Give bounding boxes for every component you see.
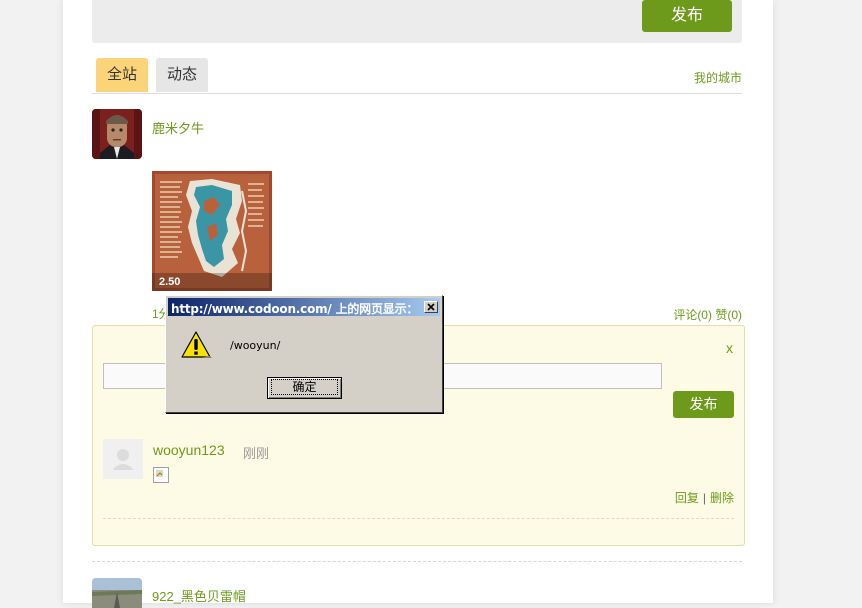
delete-link[interactable]: 删除: [710, 491, 734, 505]
comment-divider: [103, 518, 734, 519]
ok-button-label: 确定: [271, 379, 338, 395]
close-icon[interactable]: [424, 301, 438, 313]
comment-time: 刚刚: [243, 446, 270, 461]
warning-icon: [180, 330, 212, 360]
avatar-image: [92, 109, 142, 159]
ok-button[interactable]: 确定: [267, 377, 342, 399]
tab-divider: [92, 93, 742, 94]
commenter-avatar[interactable]: [103, 439, 143, 479]
image-caption: 2.50: [159, 276, 181, 288]
dialog-titlebar[interactable]: http://www.codoon.com/ 上的网页显示：: [168, 298, 440, 316]
post-author[interactable]: 鹿米夕牛: [152, 118, 204, 137]
map-board-image: [152, 171, 272, 291]
my-city-link[interactable]: 我的城市: [680, 69, 742, 86]
dialog-message: /wooyun/: [230, 339, 281, 352]
post-actions: 评论(0) 赞(0): [650, 306, 742, 323]
alert-dialog: http://www.codoon.com/ 上的网页显示： /wooyun/ …: [165, 295, 443, 413]
tab-updates[interactable]: 动态: [156, 58, 208, 92]
avatar[interactable]: [92, 109, 142, 159]
tab-all-site[interactable]: 全站: [96, 58, 148, 92]
next-post-avatar[interactable]: [92, 578, 142, 608]
post-image[interactable]: 2.50: [152, 171, 272, 291]
next-post-author[interactable]: 922_黑色贝雷帽: [152, 586, 246, 605]
publish-comment-button[interactable]: 发布: [673, 391, 734, 418]
commenter-name[interactable]: wooyun123: [153, 442, 225, 458]
post-divider: [92, 561, 742, 562]
dialog-title: http://www.codoon.com/ 上的网页显示：: [171, 302, 419, 316]
comment-link[interactable]: 评论(0): [673, 308, 712, 322]
like-link[interactable]: 赞(0): [715, 308, 742, 322]
publish-button[interactable]: 发布: [642, 0, 732, 32]
landscape-avatar-image: [92, 578, 142, 608]
broken-image-icon: [153, 467, 169, 483]
comment-actions: 回复 | 删除: [640, 489, 734, 506]
reply-link[interactable]: 回复: [675, 491, 699, 505]
close-comment-button[interactable]: x: [726, 340, 733, 356]
action-separator: |: [702, 491, 706, 505]
default-user-icon: [103, 439, 143, 479]
